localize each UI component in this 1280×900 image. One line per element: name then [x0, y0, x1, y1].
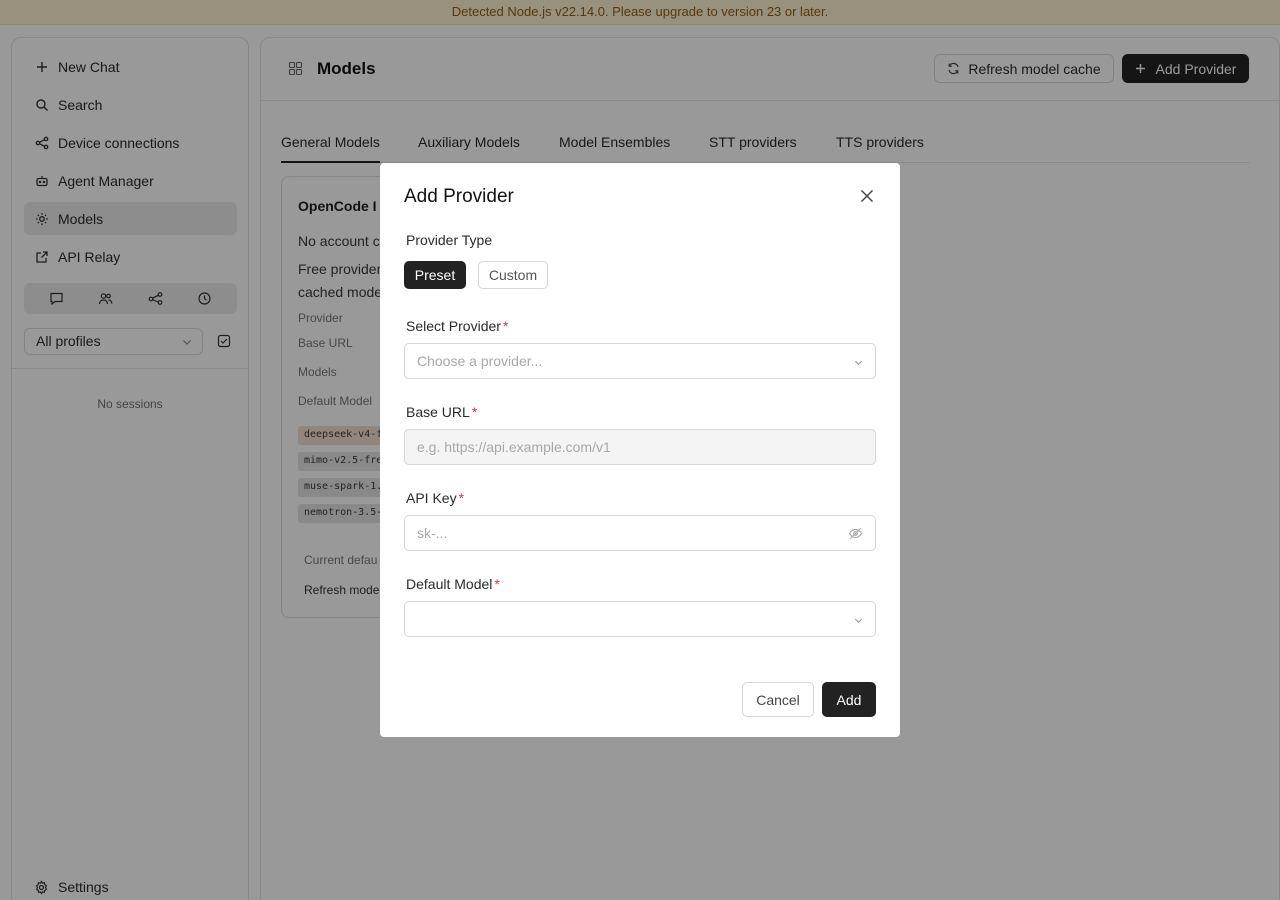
dialog-title: Add Provider — [404, 186, 514, 207]
required-marker: * — [502, 318, 509, 334]
default-model-label-text: Default Model — [406, 576, 493, 592]
api-key-placeholder: sk-... — [417, 525, 448, 541]
default-model-dropdown[interactable] — [404, 601, 876, 637]
required-marker: * — [471, 404, 478, 420]
default-model-field-label: Default Model * — [406, 576, 500, 592]
base-url-label-text: Base URL — [406, 404, 470, 420]
required-marker: * — [458, 490, 465, 506]
select-provider-label-text: Select Provider — [406, 318, 501, 334]
chevron-down-icon — [854, 618, 863, 624]
eye-off-icon[interactable] — [848, 526, 863, 541]
required-marker: * — [494, 576, 500, 592]
base-url-field-label: Base URL * — [406, 404, 477, 420]
api-key-field-label: API Key * — [406, 490, 464, 506]
select-provider-placeholder: Choose a provider... — [417, 353, 543, 369]
select-provider-dropdown[interactable]: Choose a provider... — [404, 343, 876, 379]
close-icon[interactable] — [859, 188, 875, 204]
provider-type-label: Provider Type — [406, 232, 493, 248]
base-url-input[interactable]: e.g. https://api.example.com/v1 — [404, 429, 876, 465]
add-provider-dialog: Add Provider Provider Type Preset Custom… — [380, 163, 900, 737]
base-url-placeholder: e.g. https://api.example.com/v1 — [417, 439, 611, 455]
cancel-button[interactable]: Cancel — [742, 682, 814, 717]
provider-type-preset-toggle[interactable]: Preset — [404, 261, 466, 289]
add-button[interactable]: Add — [822, 682, 876, 717]
select-provider-label: Select Provider * — [406, 318, 508, 334]
chevron-down-icon — [854, 360, 863, 366]
api-key-input[interactable]: sk-... — [404, 515, 876, 551]
provider-type-custom-toggle[interactable]: Custom — [478, 261, 548, 289]
api-key-label-text: API Key — [406, 490, 457, 506]
